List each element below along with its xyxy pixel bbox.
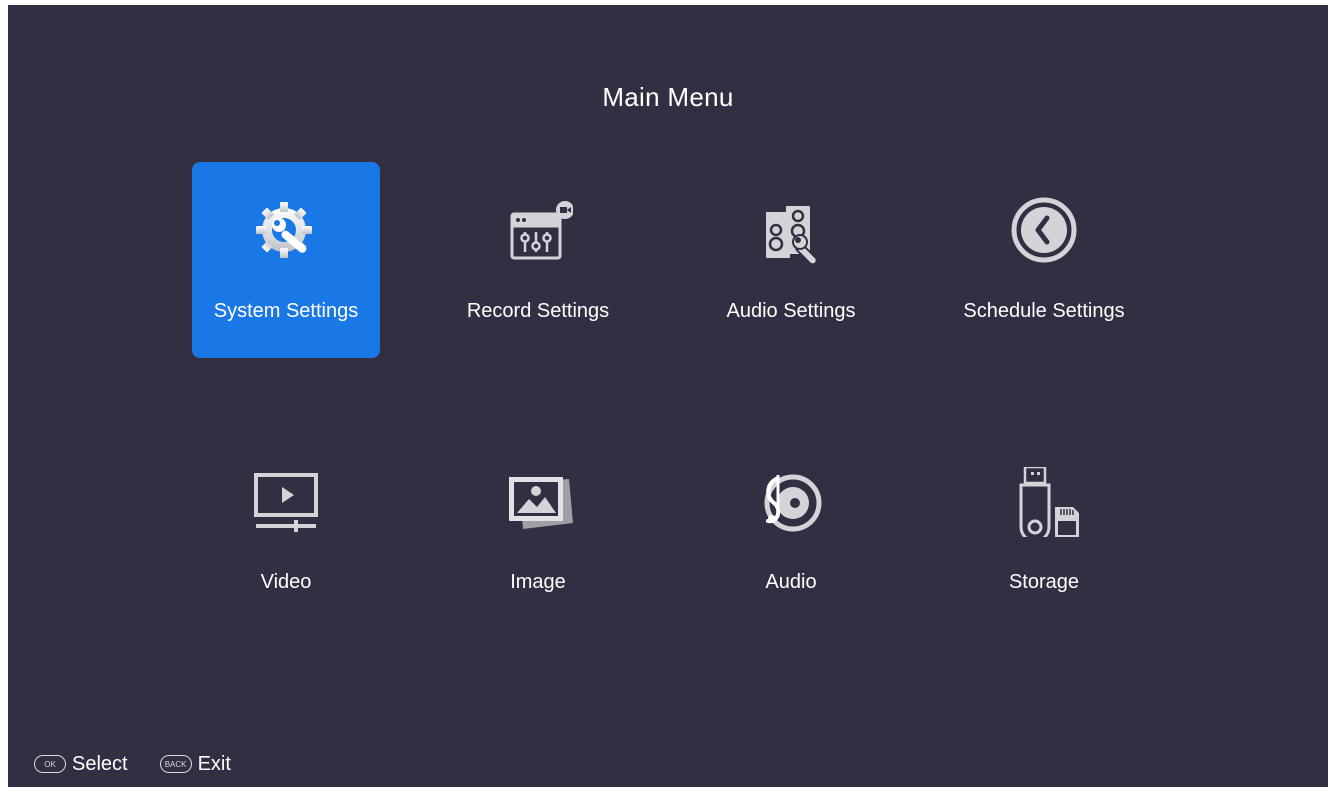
menu-item-record-settings[interactable]: Record Settings [444, 162, 632, 358]
menu-item-audio-settings[interactable]: Audio Settings [697, 162, 885, 358]
main-menu-screen: Main Menu System Settings Record Setting… [8, 5, 1328, 787]
image-icon [503, 467, 573, 537]
menu-item-label: Video [260, 571, 312, 593]
footer-hints: OK Select BACK Exit [34, 750, 263, 778]
page-title: Main Menu [602, 82, 734, 112]
menu-item-label: Record Settings [466, 300, 610, 322]
menu-item-label: Image [510, 571, 566, 593]
music-disc-icon [756, 467, 826, 537]
ok-key-icon: OK [34, 755, 66, 773]
back-key-icon: BACK [159, 755, 192, 773]
speaker-wrench-icon [756, 196, 826, 266]
clock-icon [1009, 196, 1079, 266]
menu-item-storage[interactable]: Storage [950, 433, 1138, 629]
menu-item-system-settings[interactable]: System Settings [192, 162, 380, 358]
menu-item-video[interactable]: Video [192, 433, 380, 629]
menu-item-audio[interactable]: Audio [697, 433, 885, 629]
video-play-icon [251, 467, 321, 537]
gear-wrench-icon [251, 196, 321, 266]
usb-sd-card-icon [1009, 467, 1079, 537]
menu-item-label: Storage [1008, 571, 1080, 593]
menu-item-schedule-settings[interactable]: Schedule Settings [950, 162, 1138, 358]
record-settings-icon [503, 196, 573, 266]
menu-item-image[interactable]: Image [444, 433, 632, 629]
menu-item-label: System Settings [213, 300, 359, 322]
exit-hint-label: Exit [197, 752, 231, 775]
select-hint: OK Select [34, 753, 128, 776]
menu-item-label: Schedule Settings [963, 300, 1125, 322]
select-hint-label: Select [72, 752, 128, 775]
menu-item-label: Audio [765, 571, 817, 593]
menu-item-label: Audio Settings [726, 300, 856, 322]
exit-hint: BACK Exit [159, 752, 231, 776]
